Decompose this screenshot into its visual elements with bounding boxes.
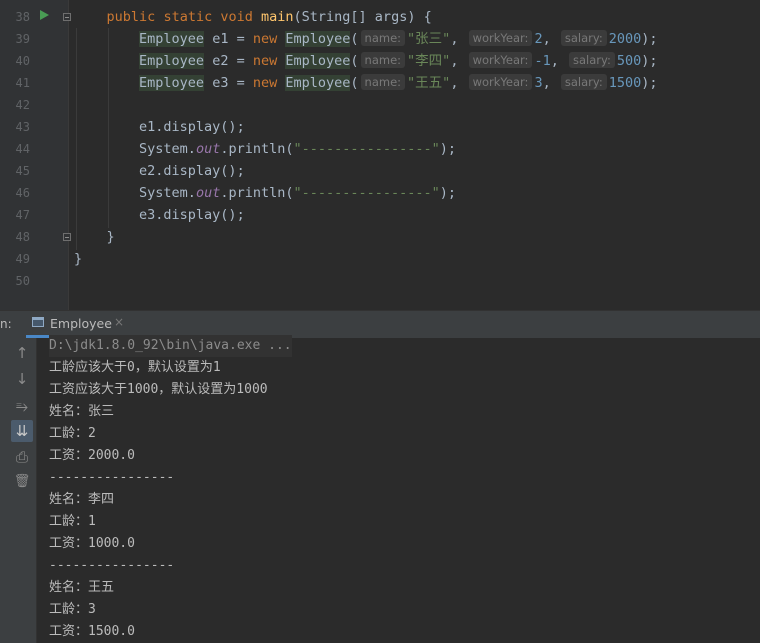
line-number: 40: [15, 54, 30, 68]
line-number: 47: [15, 208, 30, 222]
tab-employee[interactable]: Employee ×: [26, 311, 130, 338]
param-hint: name:: [360, 74, 406, 90]
code-line: e1.display();: [139, 119, 245, 135]
console-line: 工资：1500.0: [49, 624, 135, 639]
arrow-up-icon[interactable]: ↑: [11, 342, 33, 364]
close-icon[interactable]: ×: [114, 315, 124, 329]
console-line: 工龄：3: [49, 602, 96, 617]
run-tool-window-header: n: Employee ×: [0, 310, 760, 338]
line-number: 42: [15, 98, 30, 112]
code-editor[interactable]: 38 39 40 41 42 43 44 45 46 47 48 49 50 p…: [0, 0, 760, 310]
console-line: ----------------: [49, 558, 175, 573]
console-icon: [32, 317, 44, 327]
param-hint: salary:: [560, 30, 607, 46]
line-number: 50: [15, 274, 30, 288]
code-line: }: [106, 229, 115, 245]
line-number: 49: [15, 252, 30, 266]
soft-wrap-icon[interactable]: ⥱: [11, 395, 33, 417]
code-line: e2.display();: [139, 163, 245, 179]
line-number: 48: [15, 230, 30, 244]
console-line: 工资：1000.0: [49, 536, 135, 551]
print-icon[interactable]: ⎙: [11, 446, 33, 468]
line-number: 41: [15, 76, 30, 90]
code-line: System.out.println("----------------");: [139, 185, 457, 201]
console-line: D:\jdk1.8.0_92\bin\java.exe ...: [49, 335, 292, 357]
run-toolbar: ↑ ↓ ⥱ ⇊ ⎙ 🗑: [0, 338, 37, 643]
console-line: 工资应该大于1000，默认设置为1000: [49, 382, 268, 397]
line-number: 45: [15, 164, 30, 178]
console-output[interactable]: D:\jdk1.8.0_92\bin\java.exe ... 工龄应该大于0，…: [37, 335, 760, 643]
code-line: e3.display();: [139, 207, 245, 223]
arrow-down-icon[interactable]: ↓: [11, 368, 33, 390]
param-hint: name:: [360, 30, 406, 46]
param-hint: salary:: [568, 52, 615, 68]
scroll-to-end-icon[interactable]: ⇊: [11, 420, 33, 442]
code-line: public static void main(String[] args) {: [106, 9, 432, 25]
console-line: ----------------: [49, 470, 175, 485]
param-hint: workYear:: [468, 74, 533, 90]
console-line: 工资：2000.0: [49, 448, 135, 463]
code-line: Employee e3 = new Employee(name: "王五", wo…: [139, 74, 658, 91]
fold-toggle-icon[interactable]: [63, 233, 71, 241]
console-line: 姓名：李四: [49, 492, 115, 507]
param-hint: name:: [360, 52, 406, 68]
line-number: 38: [15, 10, 30, 24]
console-line: 工龄：1: [49, 514, 96, 529]
tab-label: Employee: [50, 316, 112, 331]
line-number: 39: [15, 32, 30, 46]
console-line: 工龄应该大于0，默认设置为1: [49, 360, 221, 375]
line-number: 43: [15, 120, 30, 134]
run-gutter-icon[interactable]: [40, 10, 49, 20]
param-hint: salary:: [560, 74, 607, 90]
console-line: 姓名：张三: [49, 404, 115, 419]
trash-icon[interactable]: 🗑: [11, 471, 33, 493]
run-label: n:: [0, 317, 12, 331]
line-number-gutter: 38 39 40 41 42 43 44 45 46 47 48 49 50: [0, 0, 68, 310]
fold-toggle-icon[interactable]: [63, 13, 71, 21]
code-line: Employee e2 = new Employee(name: "李四", wo…: [139, 52, 658, 69]
line-number: 46: [15, 186, 30, 200]
code-line: Employee e1 = new Employee(name: "张三", wo…: [139, 30, 658, 47]
code-line: }: [74, 251, 83, 267]
param-hint: workYear:: [468, 52, 533, 68]
console-line: 姓名：王五: [49, 580, 115, 595]
code-line: System.out.println("----------------");: [139, 141, 457, 157]
line-number: 44: [15, 142, 30, 156]
param-hint: workYear:: [468, 30, 533, 46]
console-line: 工龄：2: [49, 426, 96, 441]
gutter-divider: [68, 0, 69, 310]
